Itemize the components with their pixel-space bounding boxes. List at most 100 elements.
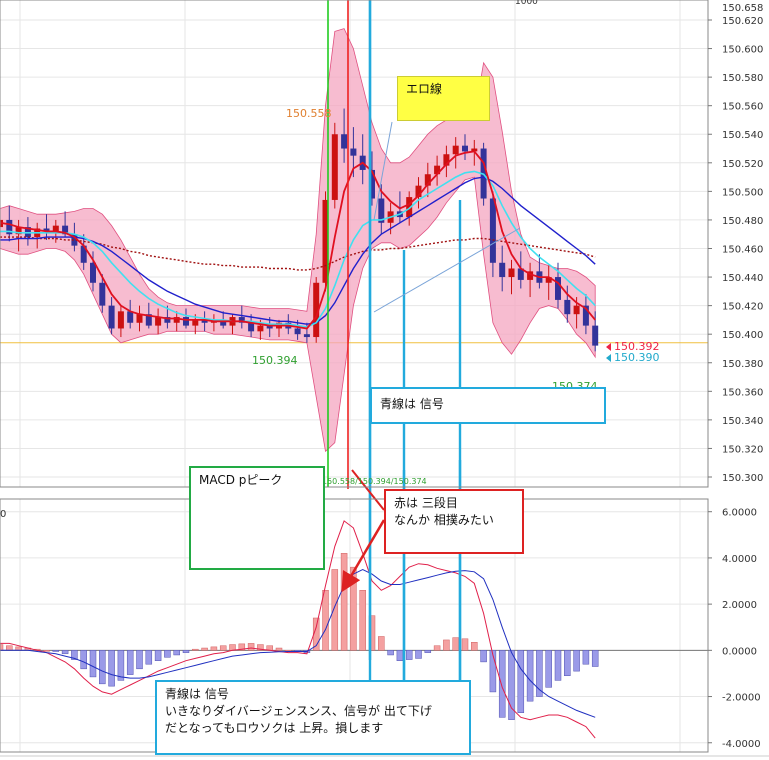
macd-hist-bar — [154, 650, 162, 661]
macd-hist-bar — [89, 650, 97, 678]
macd-hist-bar — [554, 650, 562, 681]
note-cyan-top: 青線は 信号 — [370, 387, 606, 424]
note-yellow: エロ線 — [397, 76, 490, 121]
candle-body — [489, 198, 496, 263]
note-cyan-bottom-line3: だとなってもロウソクは 上昇。損します — [165, 721, 384, 735]
macd-panel-label: 0 — [0, 509, 6, 520]
candle-body — [294, 328, 301, 335]
candle-body — [350, 148, 357, 156]
macd-hist-bar — [145, 650, 153, 665]
note-red-line2: なんか 相撲みたい — [394, 513, 494, 527]
macd-hist-bar — [229, 644, 236, 651]
price-tick-label: 150.320 — [722, 444, 763, 455]
note-macd-peak-text: MACD pピーク — [199, 473, 283, 487]
macd-hist-bar — [591, 650, 599, 667]
price-tick-label: 150.520 — [722, 159, 763, 170]
note-yellow-text: エロ線 — [406, 82, 443, 96]
macd-hist-bar — [182, 650, 190, 653]
green-text-strip: 150.558/150.394/150.374 — [322, 477, 427, 486]
macd-hist-bar — [275, 647, 283, 651]
macd-hist-bar — [480, 650, 487, 663]
note-cyan-bottom-line2: いきなりダイバージェンスンス、信号が 出て下げ — [165, 704, 432, 718]
price-tick-label: 150.380 — [722, 359, 763, 370]
label-low-price: 150.394 — [252, 354, 298, 367]
candle-body — [136, 314, 143, 323]
macd-tick-label: -4.0000 — [722, 739, 761, 750]
macd-hist-bar — [219, 645, 227, 651]
price-tick-label: 150.400 — [722, 330, 763, 341]
macd-hist-bar — [322, 590, 329, 651]
price-tick-label: 150.340 — [722, 416, 763, 427]
macd-hist-bar — [210, 646, 218, 651]
price-tick-label: 150.300 — [722, 473, 763, 484]
macd-hist-bar — [387, 650, 394, 656]
note-red: 赤は 三段目 なんか 相撲みたい — [384, 489, 524, 554]
macd-tick-label: 6.0000 — [722, 508, 757, 519]
macd-hist-bar — [99, 650, 106, 685]
macd-hist-bar — [564, 650, 571, 677]
macd-hist-bar — [405, 650, 413, 660]
price-tick-label: 150.480 — [722, 216, 763, 227]
note-cyan-top-text: 青線は 信号 — [380, 397, 444, 411]
candle-body — [257, 325, 264, 332]
macd-hist-bar — [80, 650, 87, 670]
candle-body — [303, 334, 310, 338]
note-cyan-bottom: 青線は 信号 いきなりダイバージェンスンス、信号が 出て下げ だとなってもロウソ… — [155, 680, 471, 755]
macd-hist-bar — [443, 639, 450, 651]
macd-hist-bar — [452, 637, 459, 651]
candle-body — [108, 305, 115, 329]
macd-hist-bar — [573, 650, 580, 672]
price-tick-label: 150.540 — [722, 130, 763, 141]
candle-body — [99, 282, 106, 306]
candle-body — [452, 145, 459, 155]
macd-hist-bar — [461, 638, 469, 651]
macd-hist-bar — [6, 645, 13, 651]
candle-body — [248, 322, 255, 332]
macd-hist-bar — [108, 650, 115, 687]
chart-canvas[interactable]: 150.620 150.600 150.580 150.560 150.540 150.5… — [0, 0, 769, 760]
price-tick-label: 150.460 — [722, 244, 763, 255]
macd-hist-bar — [526, 650, 534, 702]
candle-body — [508, 268, 515, 278]
candle-body — [573, 305, 580, 315]
macd-tick-label: -2.0000 — [722, 693, 761, 704]
candle-body — [564, 299, 571, 315]
macd-hist-bar — [582, 650, 590, 665]
macd-hist-bar — [424, 650, 432, 653]
note-cyan-bottom-line1: 青線は 信号 — [165, 687, 229, 701]
candle-body — [117, 311, 124, 329]
price-tick-label: 150.440 — [722, 273, 763, 284]
macd-hist-bar — [43, 650, 50, 652]
macd-hist-bar — [247, 643, 255, 651]
macd-hist-bar — [378, 636, 385, 651]
macd-hist-bar — [192, 648, 199, 651]
candle-body — [331, 134, 338, 200]
macd-hist-bar — [433, 645, 441, 651]
price-tick-label: 150.500 — [722, 187, 763, 198]
candle-body — [183, 317, 189, 326]
last-price-cyan: 150.390 — [614, 351, 660, 364]
price-tick-label: 150.420 — [722, 302, 763, 313]
macd-hist-bar — [331, 569, 339, 651]
macd-hist-bar — [136, 650, 143, 670]
price-tick-label: 150.600 — [722, 45, 763, 56]
price-tick-label: 150.580 — [722, 73, 763, 84]
macd-hist-bar — [396, 650, 404, 661]
macd-hist-bar — [517, 650, 525, 713]
macd-hist-bar — [350, 566, 357, 651]
label-high-price: 150.558 — [286, 107, 332, 120]
candle-body — [127, 311, 134, 323]
macd-tick-label: 4.0000 — [722, 554, 757, 565]
note-red-line1: 赤は 三段目 — [394, 496, 458, 510]
candle-body — [592, 325, 599, 346]
macd-hist-bar — [498, 650, 506, 718]
macd-hist-bar — [201, 647, 208, 651]
macd-tick-label: 2.0000 — [722, 600, 757, 611]
macd-hist-bar — [173, 650, 180, 656]
macd-hist-bar — [340, 553, 348, 651]
macd-tick-label: 0.0000 — [722, 646, 757, 657]
top-price-label: 150.658 — [722, 3, 763, 14]
top-time-label: 1000 — [515, 0, 538, 7]
candle-body — [155, 317, 162, 326]
candle-body — [462, 145, 468, 152]
